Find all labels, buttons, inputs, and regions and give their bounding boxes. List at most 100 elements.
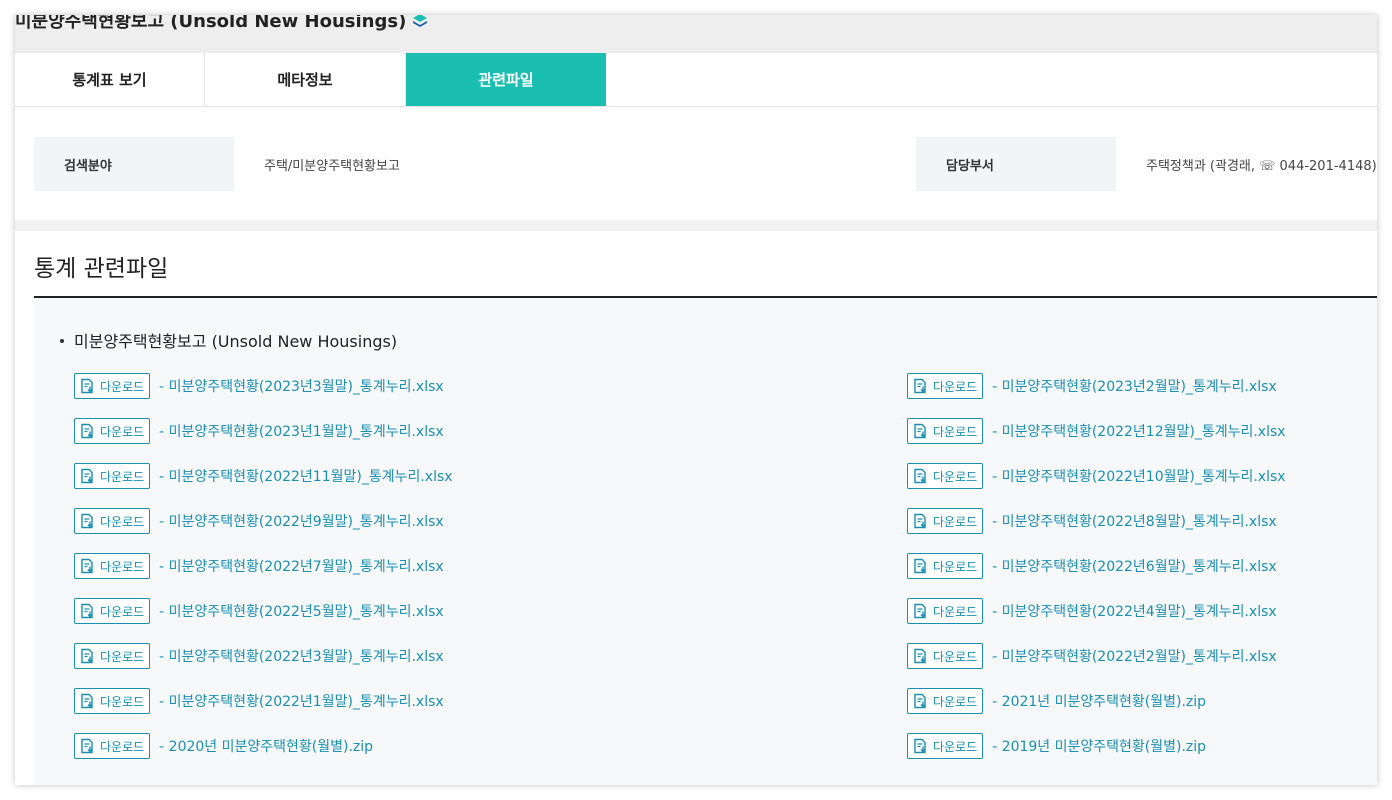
related-files-panel: 통계 관련파일 미분양주택현황보고 (Unsold New Housings) … [15,231,1377,785]
download-button[interactable]: 다운로드 [907,733,984,759]
title-bar: 미분양주택현황보고 (Unsold New Housings) [15,15,1377,53]
download-file-icon [79,468,95,484]
download-button[interactable]: 다운로드 [74,418,151,444]
download-button[interactable]: 다운로드 [74,463,151,489]
download-button[interactable]: 다운로드 [74,553,151,579]
files-list: 미분양주택현황보고 (Unsold New Housings) 다운로드 - 미분… [34,298,1377,785]
tab-bar: 통계표 보기 메타정보 관련파일 [15,53,1377,107]
file-item: 다운로드 - 미분양주택현황(2022년2월말)_통계누리.xlsx [907,643,1277,669]
download-button[interactable]: 다운로드 [907,463,984,489]
download-button-label: 다운로드 [100,649,145,664]
file-item: 다운로드 - 미분양주택현황(2022년1월말)_통계누리.xlsx [74,688,444,714]
download-button[interactable]: 다운로드 [907,373,984,399]
download-button-label: 다운로드 [100,379,145,394]
page-title: 미분양주택현황보고 (Unsold New Housings) [15,15,428,32]
download-file-icon [79,378,95,394]
file-link[interactable]: - 미분양주택현황(2023년3월말)_통계누리.xlsx [159,376,444,396]
file-link[interactable]: - 미분양주택현황(2022년11월말)_통계누리.xlsx [159,466,452,486]
file-link[interactable]: - 미분양주택현황(2022년5월말)_통계누리.xlsx [159,601,444,621]
download-button[interactable]: 다운로드 [74,643,151,669]
download-file-icon [912,558,928,574]
department-value: 주택정책과 (곽경래, ☏ 044-201-4148) [1146,158,1377,174]
file-group-title-text: 미분양주택현황보고 (Unsold New Housings) [74,332,398,351]
files-heading: 통계 관련파일 [34,256,169,282]
download-file-icon [79,423,95,439]
layers-icon[interactable] [412,15,428,29]
file-item: 다운로드 - 미분양주택현황(2022년11월말)_통계누리.xlsx [74,463,453,489]
file-item: 다운로드 - 미분양주택현황(2022년12월말)_통계누리.xlsx [907,418,1286,444]
file-link[interactable]: - 2020년 미분양주택현황(월별).zip [159,736,373,756]
download-button-label: 다운로드 [100,514,145,529]
download-file-icon [912,468,928,484]
file-link[interactable]: - 미분양주택현황(2022년3월말)_통계누리.xlsx [159,646,444,666]
download-file-icon [912,513,928,529]
tab-related-files[interactable]: 관련파일 [406,53,606,106]
download-file-icon [912,423,928,439]
file-item: 다운로드 - 미분양주택현황(2022년6월말)_통계누리.xlsx [907,553,1277,579]
download-button-label: 다운로드 [933,424,978,439]
tab-stat-table[interactable]: 통계표 보기 [15,53,205,106]
file-link[interactable]: - 미분양주택현황(2023년2월말)_통계누리.xlsx [992,376,1277,396]
file-link[interactable]: - 미분양주택현황(2022년8월말)_통계누리.xlsx [992,511,1277,531]
download-button-label: 다운로드 [100,424,145,439]
search-field-label: 검색분야 [34,137,234,191]
download-button-label: 다운로드 [100,469,145,484]
file-item: 다운로드 - 미분양주택현황(2022년9월말)_통계누리.xlsx [74,508,444,534]
download-file-icon [912,378,928,394]
file-item: 다운로드 - 2020년 미분양주택현황(월별).zip [74,733,373,759]
file-link[interactable]: - 2019년 미분양주택현황(월별).zip [992,736,1206,756]
download-button-label: 다운로드 [933,559,978,574]
download-button-label: 다운로드 [933,739,978,754]
download-button[interactable]: 다운로드 [74,598,151,624]
file-link[interactable]: - 미분양주택현황(2022년9월말)_통계누리.xlsx [159,511,444,531]
file-item: 다운로드 - 미분양주택현황(2022년8월말)_통계누리.xlsx [907,508,1277,534]
download-file-icon [79,648,95,664]
download-button[interactable]: 다운로드 [74,508,151,534]
download-button-label: 다운로드 [100,694,145,709]
download-button-label: 다운로드 [933,514,978,529]
file-item: 다운로드 - 미분양주택현황(2023년3월말)_통계누리.xlsx [74,373,444,399]
file-link[interactable]: - 미분양주택현황(2022년7월말)_통계누리.xlsx [159,556,444,576]
download-button[interactable]: 다운로드 [74,733,151,759]
file-link[interactable]: - 2021년 미분양주택현황(월별).zip [992,691,1206,711]
file-link[interactable]: - 미분양주택현황(2022년4월말)_통계누리.xlsx [992,601,1277,621]
download-button-label: 다운로드 [933,469,978,484]
download-button[interactable]: 다운로드 [74,688,151,714]
file-link[interactable]: - 미분양주택현황(2022년12월말)_통계누리.xlsx [992,421,1285,441]
download-button-label: 다운로드 [933,379,978,394]
file-link[interactable]: - 미분양주택현황(2022년1월말)_통계누리.xlsx [159,691,444,711]
file-link[interactable]: - 미분양주택현황(2022년2월말)_통계누리.xlsx [992,646,1277,666]
file-item: 다운로드 - 미분양주택현황(2022년3월말)_통계누리.xlsx [74,643,444,669]
download-button-label: 다운로드 [100,559,145,574]
download-button[interactable]: 다운로드 [907,508,984,534]
file-item: 다운로드 - 미분양주택현황(2023년2월말)_통계누리.xlsx [907,373,1277,399]
tab-meta-info[interactable]: 메타정보 [205,53,406,106]
file-link[interactable]: - 미분양주택현황(2022년10월말)_통계누리.xlsx [992,466,1285,486]
file-item: 다운로드 - 미분양주택현황(2022년10월말)_통계누리.xlsx [907,463,1286,489]
download-button-label: 다운로드 [100,739,145,754]
download-file-icon [79,603,95,619]
download-button-label: 다운로드 [933,694,978,709]
download-file-icon [79,513,95,529]
file-item: 다운로드 - 미분양주택현황(2022년4월말)_통계누리.xlsx [907,598,1277,624]
page-title-text: 미분양주택현황보고 (Unsold New Housings) [15,15,407,32]
file-item: 다운로드 - 2021년 미분양주택현황(월별).zip [907,688,1206,714]
file-item: 다운로드 - 2019년 미분양주택현황(월별).zip [907,733,1206,759]
file-link[interactable]: - 미분양주택현황(2022년6월말)_통계누리.xlsx [992,556,1277,576]
download-file-icon [79,738,95,754]
download-file-icon [912,738,928,754]
info-panel: 통계표 보기 메타정보 관련파일 검색분야 주택/미분양주택현황보고 담당부서 … [15,53,1377,220]
download-button[interactable]: 다운로드 [907,643,984,669]
search-field-value: 주택/미분양주택현황보고 [264,158,400,174]
download-button[interactable]: 다운로드 [907,598,984,624]
download-file-icon [912,648,928,664]
bullet-icon [60,339,64,343]
download-file-icon [912,693,928,709]
file-link[interactable]: - 미분양주택현황(2023년1월말)_통계누리.xlsx [159,421,444,441]
download-button-label: 다운로드 [100,604,145,619]
download-button[interactable]: 다운로드 [907,553,984,579]
window-frame: 미분양주택현황보고 (Unsold New Housings) 통계표 보기 메… [15,15,1377,785]
download-button[interactable]: 다운로드 [907,418,984,444]
download-button[interactable]: 다운로드 [907,688,984,714]
download-button[interactable]: 다운로드 [74,373,151,399]
